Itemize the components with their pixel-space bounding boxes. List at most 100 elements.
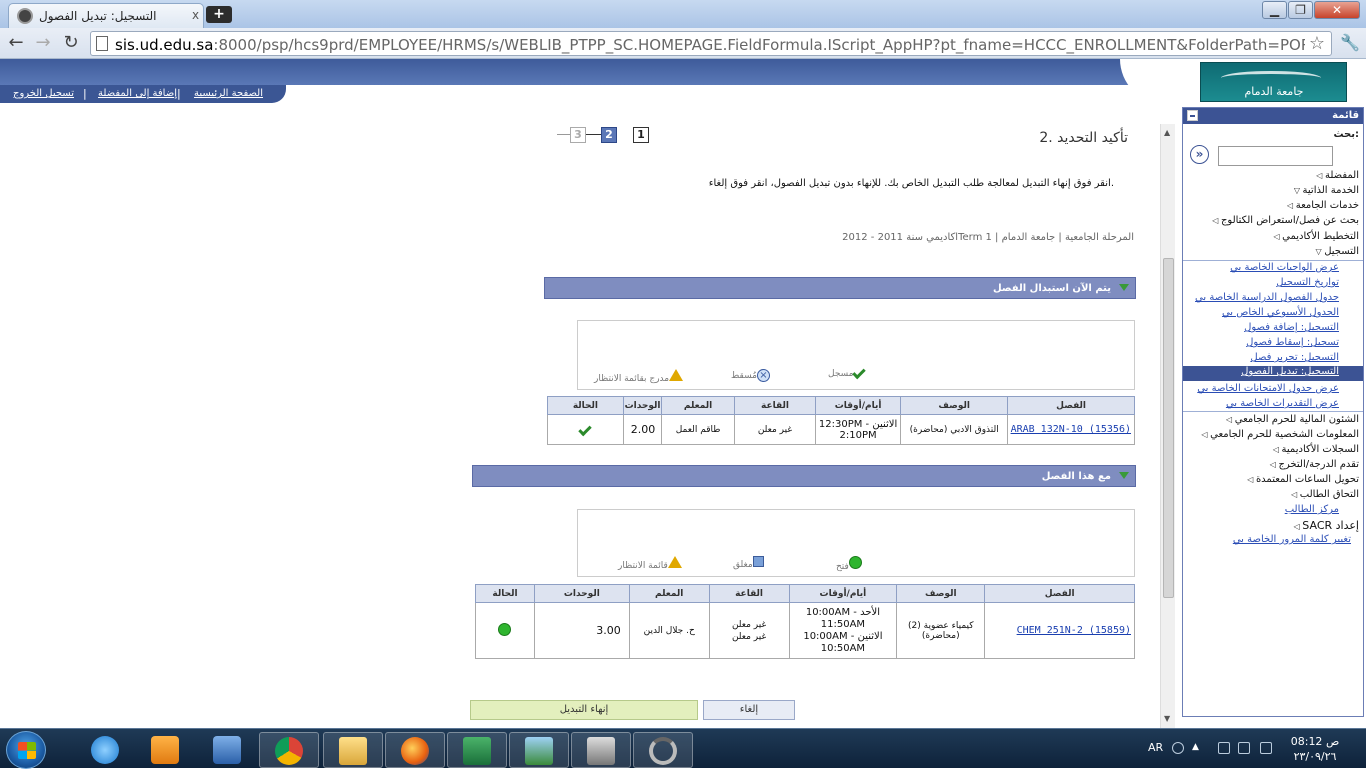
- menu-item-change-password[interactable]: تغيير كلمة المرور الخاصة بي: [1233, 534, 1351, 545]
- firefox-taskbar-icon[interactable]: [385, 732, 445, 768]
- room-cell: غير معلن: [733, 414, 816, 445]
- device-icon[interactable]: [1218, 742, 1230, 754]
- menu-item-campus-finances[interactable]: الشئون المالية للحرم الجامعي ◁: [1224, 414, 1359, 425]
- menu-item-sacr-setup[interactable]: إعداد SACR ◁: [1292, 519, 1359, 532]
- show-hidden-icons[interactable]: ▲: [1192, 742, 1204, 754]
- clock-time[interactable]: 08:12 ص: [1290, 735, 1340, 748]
- menu-item-enrollment[interactable]: التسجيل ▽: [1313, 246, 1359, 257]
- section-swap-from[interactable]: يتم الآن استبدال الفصل: [544, 277, 1136, 299]
- description-cell: كيمياء عضوية (2) (محاضرة): [896, 602, 986, 659]
- menu-item-class-search[interactable]: بحث عن فصل/استعراض الكتالوج ◁: [1210, 215, 1359, 226]
- step-2: 2: [601, 127, 617, 143]
- browser-toolbar: ← → ↻ sis.ud.edu.sa:8000/psp/hcs9prd/EMP…: [0, 28, 1366, 59]
- swap-to-table: الحالة الوحدات المعلم القاعة أيام/أوقات …: [475, 584, 1135, 659]
- menu-item-enrollment-dates[interactable]: تواريخ التسجيل: [1276, 277, 1339, 288]
- menu-item-student-admission[interactable]: التحاق الطالب ◁: [1289, 489, 1359, 500]
- network-signal-icon[interactable]: [1238, 742, 1250, 754]
- status-open-icon: [475, 602, 535, 659]
- menu-item-favorites[interactable]: المفضلة ◁: [1314, 170, 1359, 181]
- menu-item-student-center[interactable]: مركز الطالب: [1285, 504, 1339, 515]
- ie-taskbar-icon[interactable]: [76, 732, 136, 768]
- bookmark-star-icon[interactable]: ☆: [1309, 33, 1325, 54]
- legend-dropped: مُسقط ×: [731, 369, 772, 382]
- search-go-icon[interactable]: »: [1190, 145, 1209, 164]
- status-enrolled-icon: [547, 414, 624, 445]
- reload-icon[interactable]: ↻: [60, 33, 82, 55]
- app-taskbar-icon[interactable]: [571, 732, 631, 768]
- menu-item-add-classes[interactable]: التسجيل: إضافة فصول: [1244, 322, 1339, 333]
- minimize-button[interactable]: ▁: [1262, 1, 1287, 19]
- header-band: [0, 59, 1190, 85]
- address-bar[interactable]: sis.ud.edu.sa:8000/psp/hcs9prd/EMPLOYEE/…: [90, 31, 1332, 56]
- table-row: 3.00 ح. جلال الدين غير معلن غير معلن الأ…: [475, 602, 1135, 659]
- language-indicator[interactable]: AR: [1148, 741, 1163, 754]
- legend-enrolled: مسجل: [828, 365, 871, 380]
- menu-item-degree-progress[interactable]: تقدم الدرجة/التخرج ◁: [1268, 459, 1359, 470]
- menu-item-edit-class[interactable]: التسجيل: تحرير فصل: [1250, 352, 1339, 363]
- col-room: القاعة: [733, 396, 816, 415]
- forward-arrow-icon[interactable]: →: [32, 33, 54, 55]
- excel-taskbar-icon[interactable]: [447, 732, 507, 768]
- menu-search-input[interactable]: [1218, 146, 1333, 166]
- menu-item-grades[interactable]: عرض التقديرات الخاصة بي: [1226, 398, 1339, 409]
- tab-close-icon[interactable]: x: [192, 8, 199, 22]
- menu-item-class-schedule[interactable]: جدول الفصول الدراسية الخاصة بي: [1195, 292, 1339, 303]
- header-curve: [1120, 59, 1200, 104]
- media-player-taskbar-icon[interactable]: [136, 732, 196, 768]
- cancel-button[interactable]: إلغاء: [703, 700, 795, 720]
- menu-item-academic-records[interactable]: السجلات الأكاديمية ◁: [1271, 444, 1359, 455]
- instruction-text: انقر فوق إنهاء التبديل لمعالجة طلب التبد…: [708, 178, 1114, 189]
- tools-taskbar-icon[interactable]: [198, 732, 258, 768]
- scrollbar-thumb[interactable]: [1163, 258, 1174, 598]
- menu-item-swap-classes[interactable]: التسجيل: تبديل الفصول: [1183, 366, 1363, 381]
- menu-item-exam-schedule[interactable]: عرض جدول الامتحانات الخاصة بي: [1197, 383, 1339, 394]
- days-times-cell: الأحد 10:00AM - 11:50AM: [805, 606, 880, 630]
- description-cell: التذوق الادبي (محاضرة): [900, 414, 1009, 445]
- legend-waitlisted: مدرج بقائمة الانتظار: [594, 369, 685, 384]
- class-link[interactable]: ARAB 132N-10 (15356): [1011, 424, 1131, 435]
- collapse-triangle-icon[interactable]: [1119, 472, 1129, 479]
- back-arrow-icon[interactable]: ←: [5, 33, 27, 55]
- menu-item-personal-info[interactable]: المعلومات الشخصية للحرم الجامعي ◁: [1199, 429, 1359, 440]
- explorer-taskbar-icon[interactable]: [323, 732, 383, 768]
- legend-open: فتح: [836, 556, 864, 572]
- collapse-triangle-icon[interactable]: [1119, 284, 1129, 291]
- menu-item-academic-planning[interactable]: التخطيط الأكاديمي ◁: [1271, 231, 1359, 242]
- finish-swap-button[interactable]: إنهاء التبديل: [470, 700, 698, 720]
- menu-item-shopping-cart[interactable]: عرض الواجبات الخاصة بي: [1230, 262, 1339, 273]
- menu-item-weekly-schedule[interactable]: الجدول الأسبوعي الخاص بي: [1222, 307, 1339, 318]
- chrome-taskbar-icon[interactable]: [259, 732, 319, 768]
- menu-item-drop-classes[interactable]: تسجيل: إسقاط فصول: [1246, 337, 1339, 348]
- start-button[interactable]: [6, 731, 46, 769]
- header-nav: تسجيل الخروج | إضافة إلى المفضلة | الصفح…: [0, 85, 286, 103]
- room-cell: غير معلن: [731, 631, 767, 642]
- page-scrollbar[interactable]: ▲ ▼: [1160, 124, 1175, 728]
- help-icon[interactable]: [1172, 742, 1184, 754]
- class-link[interactable]: CHEM 251N-2 (15859): [1017, 625, 1131, 636]
- wrench-menu-icon[interactable]: 🔧: [1340, 33, 1360, 52]
- home-link[interactable]: الصفحة الرئيسية: [194, 88, 263, 99]
- collapse-menu-icon[interactable]: [1187, 110, 1198, 121]
- legend-enrollment: مسجل مُسقط × مدرج بقائمة الانتظار: [577, 320, 1135, 390]
- photo-viewer-taskbar-icon[interactable]: [509, 732, 569, 768]
- col-instructor: المعلم: [661, 396, 735, 415]
- days-times-cell: الاثنين 12:30PM - 2:10PM: [814, 414, 902, 445]
- clock-date[interactable]: ٢٣/٠٩/٢٦: [1290, 750, 1340, 763]
- menu-item-self-service[interactable]: الخدمة الذاتية ▽: [1292, 185, 1359, 196]
- maximize-button[interactable]: ❐: [1288, 1, 1313, 19]
- col-units: الوحدات: [622, 396, 663, 415]
- add-favorite-link[interactable]: إضافة إلى المفضلة: [98, 88, 177, 99]
- volume-muted-icon[interactable]: [1260, 742, 1272, 754]
- browser-tab[interactable]: التسجيل: تبديل الفصول x: [8, 3, 204, 28]
- loading-taskbar-icon[interactable]: [633, 732, 693, 768]
- col-status: الحالة: [547, 396, 624, 415]
- logout-link[interactable]: تسجيل الخروج: [13, 88, 74, 99]
- close-window-button[interactable]: ✕: [1314, 1, 1360, 19]
- menu-header: قائمة: [1183, 108, 1363, 124]
- section-swap-to[interactable]: مع هذا الفصل: [472, 465, 1136, 487]
- menu-item-campus-services[interactable]: خدمات الجامعة ◁: [1285, 200, 1359, 211]
- col-description: الوصف: [900, 396, 1009, 415]
- new-tab-button[interactable]: +: [206, 6, 232, 23]
- windows-logo-icon: [18, 742, 36, 759]
- menu-item-transfer-credit[interactable]: تحويل الساعات المعتمدة ◁: [1245, 474, 1359, 485]
